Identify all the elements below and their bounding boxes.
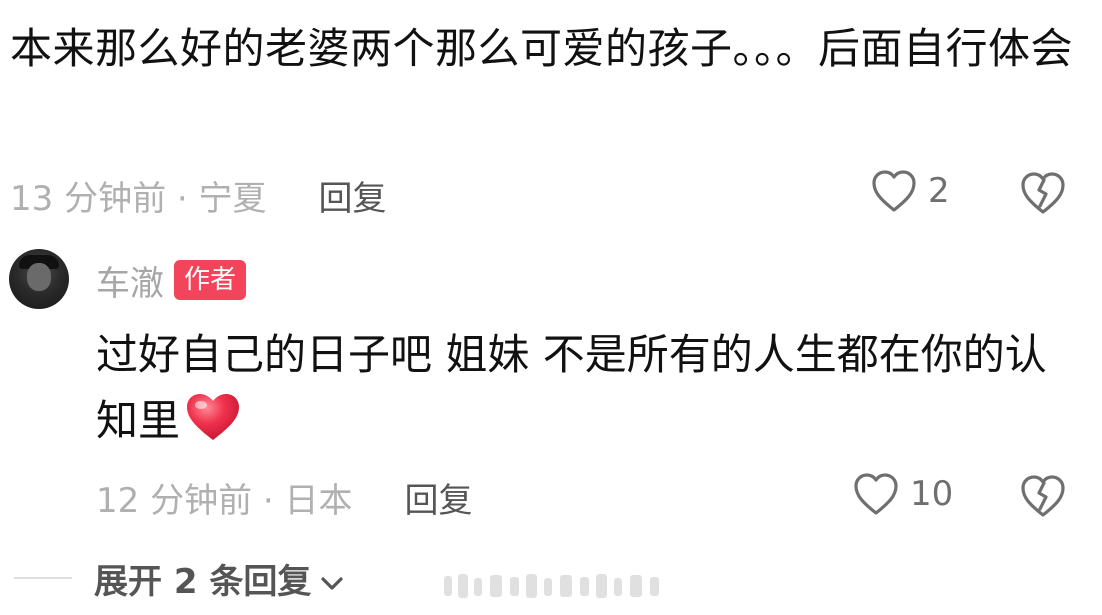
comment-meta: 13 分钟前 · 宁夏 回复 xyxy=(10,170,387,220)
author-name[interactable]: 车澈 xyxy=(96,256,164,305)
author-avatar[interactable] xyxy=(9,249,69,309)
avatar-face xyxy=(27,263,51,291)
reply-like-count: 10 xyxy=(910,474,954,514)
comment-item: 本来那么好的老婆两个那么可爱的孩子。。。后面自行体会 xyxy=(10,18,1080,80)
reply-text: 过好自己的日子吧 姐妹 不是所有的人生都在你的认知里 xyxy=(96,322,1076,462)
reply-dislike-button[interactable] xyxy=(1019,473,1067,519)
chevron-down-icon xyxy=(319,562,345,602)
reply-meta: 12 分钟前 · 日本 回复 xyxy=(96,472,473,522)
broken-heart-icon xyxy=(1019,170,1067,216)
red-heart-emoji-icon xyxy=(184,391,242,462)
heart-outline-icon xyxy=(870,168,918,214)
expand-replies-button[interactable]: 展开 2 条回复 xyxy=(94,554,345,603)
reply-like-button[interactable]: 10 xyxy=(852,471,953,517)
heart-outline-icon xyxy=(852,471,900,517)
comment-text: 本来那么好的老婆两个那么可爱的孩子。。。后面自行体会 xyxy=(10,24,1074,73)
comment-like-count: 2 xyxy=(928,171,950,211)
comment-time-location: 13 分钟前 · 宁夏 xyxy=(10,178,267,219)
author-badge: 作者 xyxy=(174,260,247,300)
comment-like-button[interactable]: 2 xyxy=(870,168,950,214)
author-header: 车澈 作者 xyxy=(96,256,247,305)
broken-heart-icon xyxy=(1019,473,1067,519)
expand-replies-row: 展开 2 条回复 xyxy=(0,553,345,603)
expand-replies-label: 展开 2 条回复 xyxy=(94,561,312,602)
comment-reply-button[interactable]: 回复 xyxy=(319,171,387,220)
reply-reply-button[interactable]: 回复 xyxy=(405,473,473,522)
divider-line xyxy=(14,577,72,579)
comment-dislike-button[interactable] xyxy=(1019,170,1067,216)
watermark-icon xyxy=(444,574,659,598)
reply-time-location: 12 分钟前 · 日本 xyxy=(96,480,353,521)
